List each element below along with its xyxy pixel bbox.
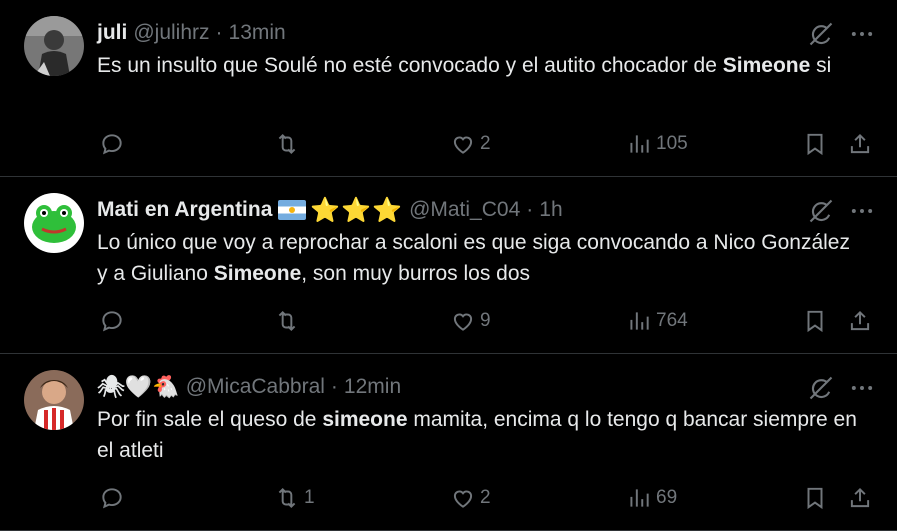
reply-button[interactable]	[99, 128, 129, 160]
bookmark-icon	[802, 131, 828, 157]
tweet-card[interactable]: 🕷🤍🐔 @MicaCabbral · 12min Por fin sale el…	[0, 354, 897, 531]
separator: ·	[330, 375, 338, 398]
avatar[interactable]	[24, 16, 84, 76]
tweet-header: Mati en Argentina ⭐⭐⭐ @Mati_C04 · 1h	[97, 196, 563, 224]
views-icon	[626, 485, 652, 511]
reply-button[interactable]	[99, 482, 129, 514]
reply-icon	[99, 131, 125, 157]
share-button[interactable]	[847, 305, 873, 337]
view-count: 764	[656, 310, 688, 331]
retweet-icon	[274, 485, 300, 511]
like-button[interactable]: 9	[450, 305, 491, 337]
like-count: 9	[480, 310, 491, 331]
text-part: si	[810, 54, 832, 77]
author-handle[interactable]: @Mati_C04	[409, 198, 520, 222]
retweet-count: 1	[304, 487, 315, 508]
grok-icon[interactable]	[807, 197, 835, 225]
like-count: 2	[480, 487, 491, 508]
stars-decoration: ⭐⭐⭐	[310, 196, 404, 224]
view-count: 69	[656, 487, 678, 508]
share-icon	[847, 131, 873, 157]
views-icon	[626, 131, 652, 157]
tweet-text: Es un insulto que Soulé no esté convocad…	[97, 50, 857, 81]
view-count: 105	[656, 133, 688, 154]
text-part: , son muy burros los dos	[301, 262, 531, 285]
more-icon[interactable]	[848, 20, 876, 48]
share-button[interactable]	[847, 128, 873, 160]
avatar[interactable]	[24, 193, 84, 253]
grok-icon[interactable]	[807, 20, 835, 48]
bookmark-icon	[802, 485, 828, 511]
tweet-card[interactable]: juli @julihrz · 13min Es un insulto que …	[0, 0, 897, 177]
views-button[interactable]: 69	[626, 482, 677, 514]
bookmark-icon	[802, 308, 828, 334]
text-part: Es un insulto que Soulé no esté convocad…	[97, 54, 723, 77]
like-count: 2	[480, 133, 491, 154]
action-bar: 1 2 69	[0, 482, 897, 514]
views-button[interactable]: 764	[626, 305, 688, 337]
reply-button[interactable]	[99, 305, 129, 337]
tweet-text: Lo único que voy a reprochar a scaloni e…	[97, 227, 857, 289]
retweet-button[interactable]: 1	[274, 482, 315, 514]
retweet-button[interactable]	[274, 128, 304, 160]
separator: ·	[526, 198, 534, 221]
author-name[interactable]: Mati en Argentina	[97, 198, 272, 222]
author-handle[interactable]: @MicaCabbral	[186, 375, 325, 399]
argentina-flag-icon	[278, 200, 307, 220]
more-icon[interactable]	[848, 374, 876, 402]
tweet-header: juli @julihrz · 13min	[97, 20, 286, 46]
timestamp[interactable]: 13min	[229, 21, 286, 45]
retweet-button[interactable]	[274, 305, 304, 337]
reply-icon	[99, 485, 125, 511]
tweet-header: 🕷🤍🐔 @MicaCabbral · 12min	[97, 374, 401, 400]
action-bar: 2 105	[0, 128, 897, 160]
share-icon	[847, 485, 873, 511]
highlighted-term: Simeone	[213, 262, 302, 285]
reply-icon	[99, 308, 125, 334]
text-part: Por fin sale el queso de	[97, 408, 323, 431]
retweet-icon	[274, 308, 300, 334]
views-button[interactable]: 105	[626, 128, 688, 160]
share-button[interactable]	[847, 482, 873, 514]
share-icon	[847, 308, 873, 334]
tweet-card[interactable]: Mati en Argentina ⭐⭐⭐ @Mati_C04 · 1h Lo …	[0, 177, 897, 354]
like-icon	[450, 308, 476, 334]
tweet-text: Por fin sale el queso de simeone mamita,…	[97, 404, 857, 466]
views-icon	[626, 308, 652, 334]
avatar[interactable]	[24, 370, 84, 430]
bookmark-button[interactable]	[802, 128, 828, 160]
action-bar: 9 764	[0, 305, 897, 337]
more-icon[interactable]	[848, 197, 876, 225]
bookmark-button[interactable]	[802, 482, 828, 514]
author-name[interactable]: 🕷🤍🐔	[97, 374, 180, 400]
separator: ·	[215, 21, 223, 44]
timestamp[interactable]: 12min	[344, 375, 401, 399]
like-button[interactable]: 2	[450, 482, 491, 514]
timestamp[interactable]: 1h	[539, 198, 562, 222]
highlighted-term: Simeone	[722, 54, 811, 77]
like-icon	[450, 131, 476, 157]
like-icon	[450, 485, 476, 511]
bookmark-button[interactable]	[802, 305, 828, 337]
retweet-icon	[274, 131, 300, 157]
author-name[interactable]: juli	[97, 21, 127, 45]
author-handle[interactable]: @julihrz	[133, 21, 209, 45]
highlighted-term: simeone	[322, 408, 408, 431]
like-button[interactable]: 2	[450, 128, 491, 160]
grok-icon[interactable]	[807, 374, 835, 402]
